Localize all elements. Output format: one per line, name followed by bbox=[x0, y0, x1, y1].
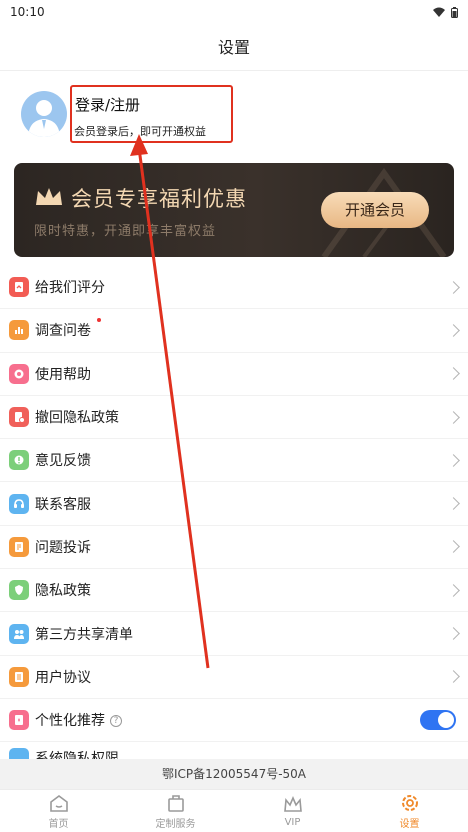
tab-label: 首页 bbox=[48, 818, 69, 830]
chevron-right-icon bbox=[447, 627, 460, 640]
chevron-right-icon bbox=[447, 540, 460, 554]
chevron-right-icon bbox=[447, 670, 460, 684]
menu-item-complaint[interactable]: 问题投诉 bbox=[0, 526, 468, 570]
settings-icon bbox=[401, 794, 418, 811]
chevron-right-icon bbox=[447, 280, 460, 294]
tab-label: 定制服务 bbox=[155, 818, 196, 830]
icp-record: 鄂ICP备12005547号-50A bbox=[0, 759, 468, 789]
feedback-icon bbox=[9, 450, 29, 471]
recommend-icon bbox=[9, 710, 29, 731]
vip-subtitle: 限时特惠，开通即享丰富权益 bbox=[34, 224, 217, 239]
menu-label: 问题投诉 bbox=[35, 539, 91, 556]
status-bar: 10:10 bbox=[0, 0, 468, 24]
revoke-icon bbox=[9, 407, 29, 428]
menu-item-revoke-privacy[interactable]: 撤回隐私政策 bbox=[0, 396, 468, 440]
toggle-knob bbox=[438, 712, 454, 729]
menu-item-help[interactable]: 使用帮助 bbox=[0, 353, 468, 396]
highlight-annotation bbox=[70, 85, 233, 143]
wifi-icon bbox=[433, 7, 445, 17]
status-time: 10:10 bbox=[10, 5, 45, 19]
chevron-right-icon bbox=[447, 583, 460, 597]
menu-label: 调查问卷 bbox=[35, 323, 91, 340]
service-icon bbox=[9, 493, 29, 514]
menu-label: 用户协议 bbox=[35, 669, 91, 686]
chevron-right-icon bbox=[447, 453, 460, 467]
header-divider bbox=[0, 70, 468, 71]
tab-label: VIP bbox=[284, 816, 301, 828]
profile-section[interactable]: 登录/注册 会员登录后，即可开通权益 bbox=[0, 78, 468, 158]
privacy-icon bbox=[9, 580, 29, 601]
menu-item-customer-service[interactable]: 联系客服 bbox=[0, 482, 468, 526]
menu-label: 给我们评分 bbox=[35, 280, 105, 297]
menu-item-personalized-recommend: 个性化推荐? bbox=[0, 699, 468, 743]
battery-icon bbox=[451, 6, 458, 18]
survey-icon bbox=[9, 320, 29, 341]
menu-label: 意见反馈 bbox=[35, 453, 91, 470]
page-title: 设置 bbox=[217, 38, 250, 57]
help-icon bbox=[9, 363, 29, 384]
status-icons bbox=[433, 6, 458, 18]
tab-vip[interactable]: VIP bbox=[234, 790, 351, 832]
question-circle-icon[interactable]: ? bbox=[110, 715, 122, 728]
menu-item-third-party-list[interactable]: 第三方共享清单 bbox=[0, 612, 468, 656]
bottom-tab-bar: 首页 定制服务 VIP 设置 bbox=[0, 789, 468, 832]
crown-icon bbox=[283, 795, 302, 812]
tab-label: 设置 bbox=[399, 818, 420, 830]
recommend-toggle[interactable] bbox=[420, 710, 456, 731]
menu-item-survey[interactable]: 调查问卷 bbox=[0, 309, 468, 353]
menu-item-user-agreement[interactable]: 用户协议 bbox=[0, 656, 468, 699]
vip-title: 会员专享福利优惠 bbox=[71, 187, 247, 211]
bag-icon bbox=[167, 794, 184, 812]
chevron-right-icon bbox=[447, 367, 460, 381]
menu-label: 第三方共享清单 bbox=[35, 626, 133, 643]
avatar[interactable] bbox=[21, 91, 67, 137]
tab-settings[interactable]: 设置 bbox=[351, 790, 468, 832]
red-dot-marker bbox=[97, 318, 101, 322]
open-vip-button[interactable]: 开通会员 bbox=[321, 192, 429, 228]
settings-menu: 给我们评分 调查问卷 使用帮助 撤回隐私政策 意见反馈 联系客服 问题投诉 隐私… bbox=[0, 266, 468, 769]
menu-label: 隐私政策 bbox=[35, 583, 91, 600]
crown-icon bbox=[36, 188, 62, 205]
menu-item-rate[interactable]: 给我们评分 bbox=[0, 266, 468, 310]
user-avatar-icon bbox=[28, 100, 60, 137]
menu-label: 个性化推荐? bbox=[35, 710, 122, 730]
complaint-icon bbox=[9, 536, 29, 557]
tab-home[interactable]: 首页 bbox=[0, 790, 117, 832]
menu-item-feedback[interactable]: 意见反馈 bbox=[0, 439, 468, 483]
home-icon bbox=[49, 794, 68, 812]
menu-label: 联系客服 bbox=[35, 496, 91, 513]
menu-label: 使用帮助 bbox=[35, 366, 91, 383]
share-list-icon bbox=[9, 623, 29, 644]
tab-custom-service[interactable]: 定制服务 bbox=[117, 790, 234, 832]
menu-item-privacy-policy[interactable]: 隐私政策 bbox=[0, 569, 468, 613]
rate-icon bbox=[9, 277, 29, 298]
agreement-icon bbox=[9, 666, 29, 687]
menu-label: 撤回隐私政策 bbox=[35, 410, 119, 427]
chevron-right-icon bbox=[447, 497, 460, 510]
chevron-right-icon bbox=[447, 324, 460, 337]
chevron-right-icon bbox=[447, 410, 460, 424]
recommend-label: 个性化推荐 bbox=[35, 713, 105, 730]
vip-banner[interactable]: 会员专享福利优惠 限时特惠，开通即享丰富权益 开通会员 bbox=[14, 163, 454, 257]
